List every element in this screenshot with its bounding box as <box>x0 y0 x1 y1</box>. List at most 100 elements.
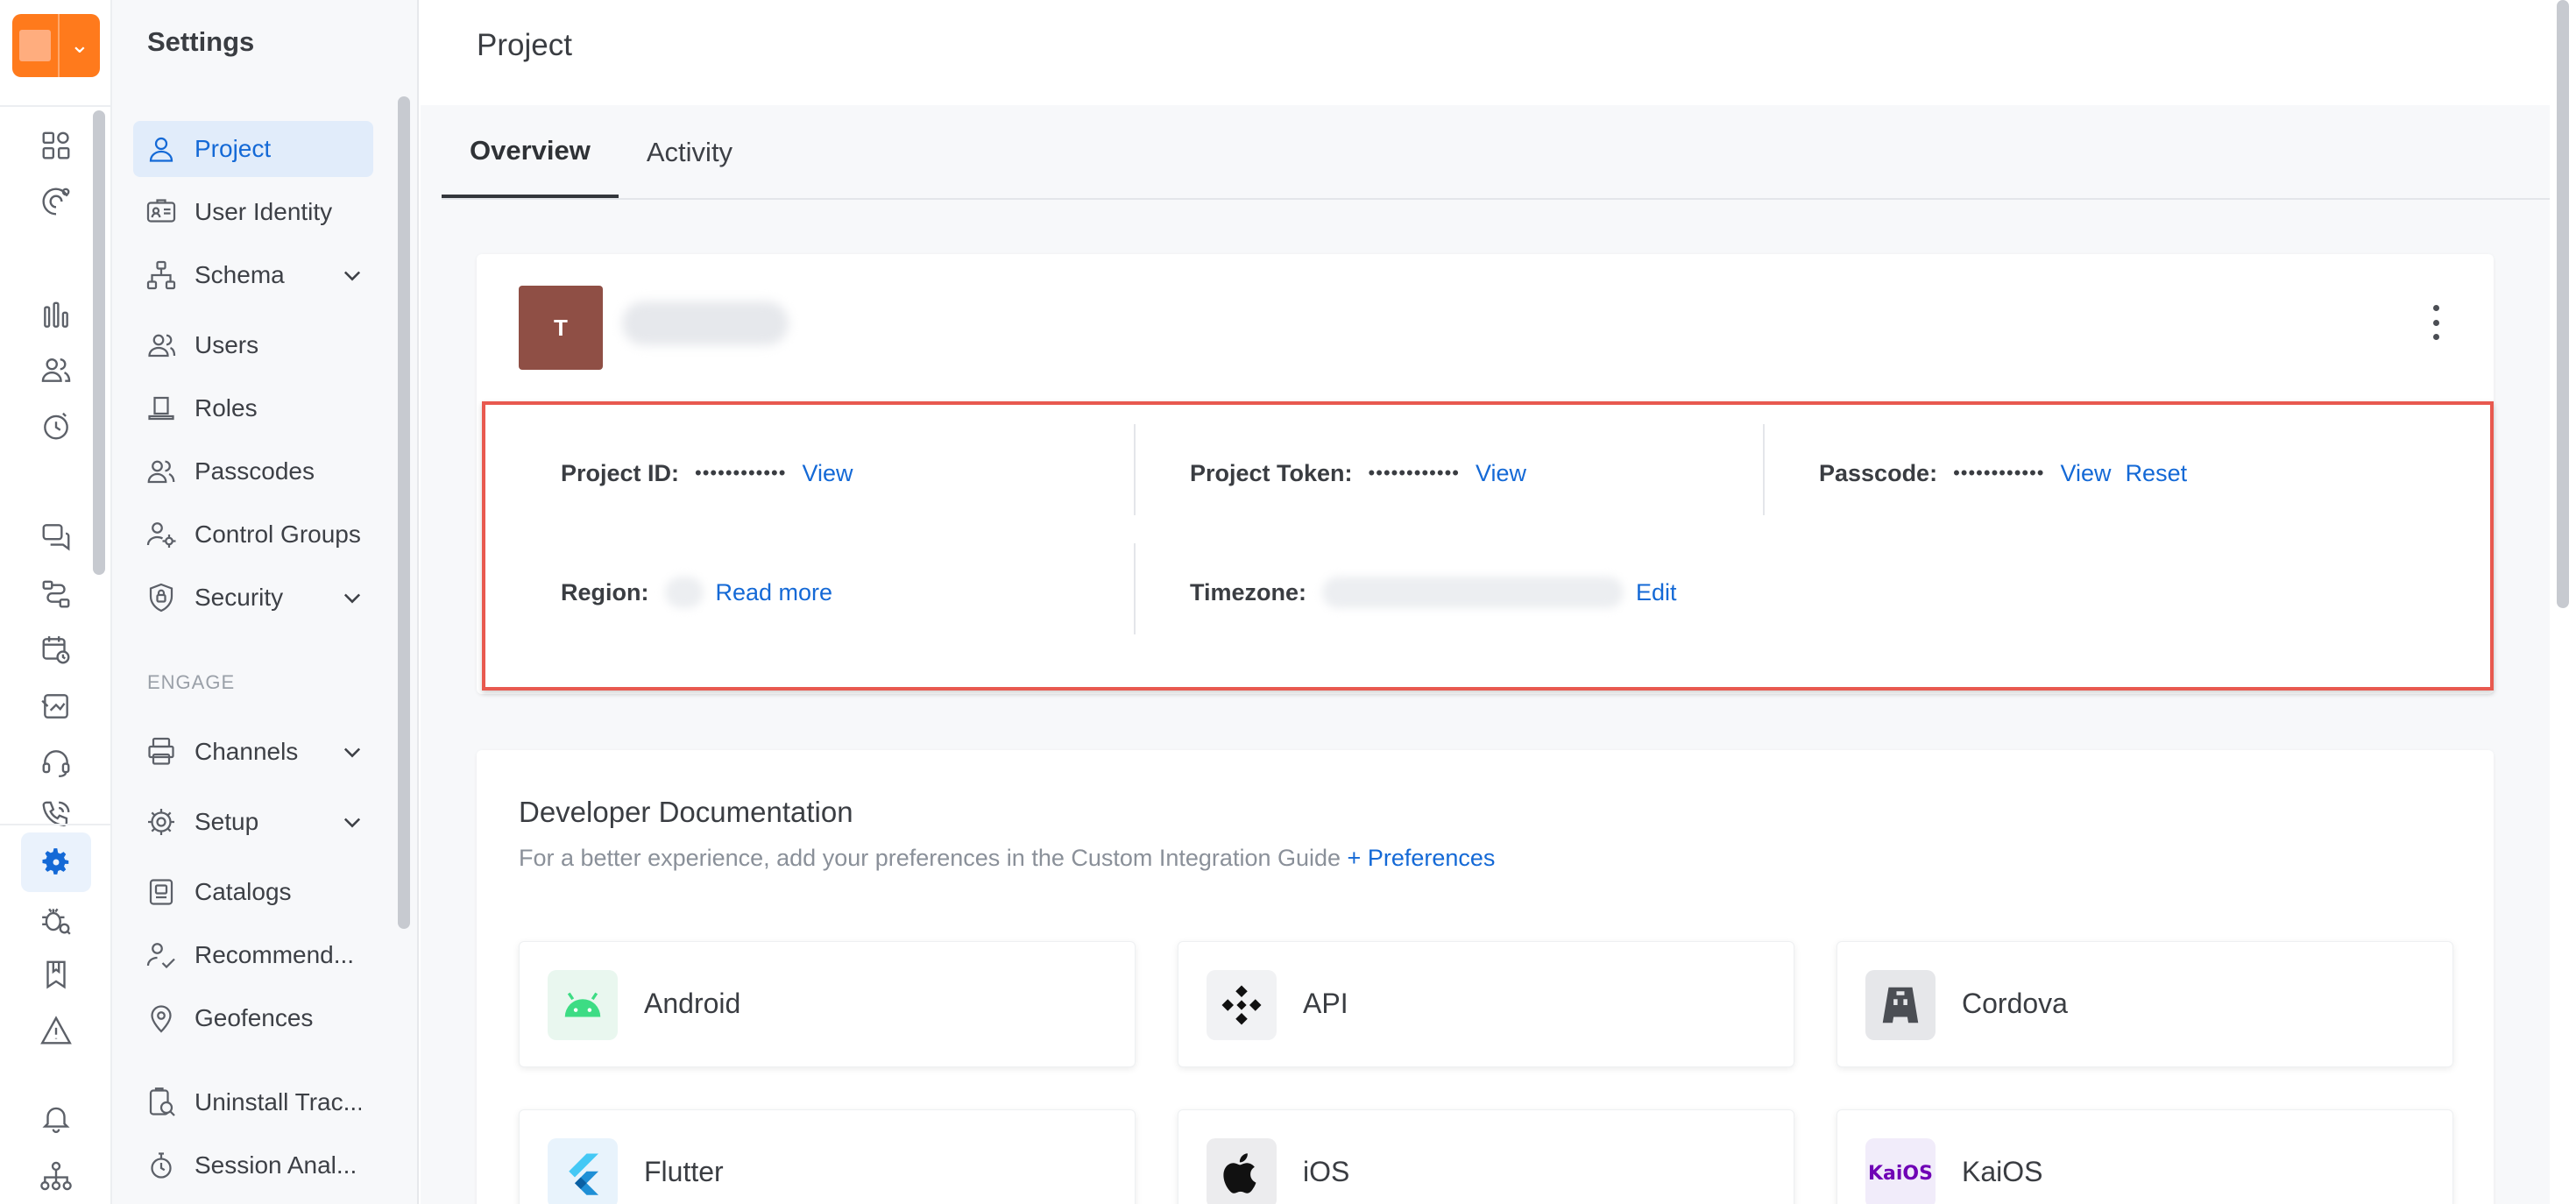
project-switcher[interactable]: ⌄ <box>12 14 100 77</box>
region-read-more-link[interactable]: Read more <box>716 579 833 606</box>
sidebar-item-passcodes[interactable]: Passcodes <box>133 443 373 499</box>
platform-label: API <box>1303 988 1348 1019</box>
sidebar-item-roles[interactable]: Roles <box>133 380 373 436</box>
platform-tile-cordova[interactable]: Cordova <box>1836 941 2453 1067</box>
bell-icon[interactable] <box>35 1097 77 1139</box>
project-token-view-link[interactable]: View <box>1476 460 1526 487</box>
main-scrollbar[interactable] <box>2557 0 2569 608</box>
calendar-clock-icon[interactable] <box>35 629 77 671</box>
analytics-plugin-icon[interactable] <box>35 181 77 223</box>
sidebar-item-schema[interactable]: Schema <box>133 247 373 303</box>
users-icon <box>145 329 177 361</box>
project-token-masked: •••••••••••• <box>1368 462 1460 484</box>
sidebar-item-label: Roles <box>195 394 258 421</box>
sidebar-item-user-identity[interactable]: User Identity <box>133 184 373 240</box>
phone-call-icon[interactable] <box>35 794 77 836</box>
timezone-edit-link[interactable]: Edit <box>1636 579 1677 606</box>
dashboard-icon[interactable] <box>35 124 77 166</box>
catalog-icon <box>145 876 177 908</box>
sidebar-item-control-groups[interactable]: Control Groups <box>133 506 373 563</box>
more-options-icon[interactable] <box>2427 305 2445 340</box>
preferences-link[interactable]: + Preferences <box>1348 845 1496 871</box>
docs-subtitle-text: For a better experience, add your prefer… <box>519 845 1341 871</box>
sidebar-title: Settings <box>147 26 255 57</box>
apple-icon <box>1207 1138 1277 1204</box>
sidebar-item-security[interactable]: Security <box>133 570 373 626</box>
android-icon <box>548 970 618 1040</box>
bug-search-icon[interactable] <box>35 899 77 941</box>
region-label: Region: <box>561 578 649 606</box>
pin-icon <box>145 1002 177 1034</box>
page-header: Project <box>421 0 2550 105</box>
passcode-reset-link[interactable]: Reset <box>2126 460 2188 487</box>
column-divider <box>1763 424 1765 515</box>
platform-tile-api[interactable]: API <box>1178 941 1794 1067</box>
platform-label: iOS <box>1303 1156 1350 1187</box>
insights-icon[interactable] <box>35 405 77 447</box>
platform-tile-kaios[interactable]: KaiOS KaiOS <box>1836 1109 2453 1204</box>
docs-title: Developer Documentation <box>519 796 853 828</box>
warning-icon[interactable] <box>35 1009 77 1052</box>
passcode-masked: •••••••••••• <box>1953 462 2045 484</box>
sidebar-item-label: Uninstall Trac... <box>195 1088 361 1115</box>
column-divider <box>1134 424 1136 515</box>
messages-icon[interactable] <box>35 515 77 557</box>
region-field: Region: Read more <box>561 575 846 610</box>
headset-icon[interactable] <box>35 741 77 783</box>
sidebar-item-uninstall-tracking[interactable]: Uninstall Trac... <box>133 1074 373 1130</box>
tabs-divider <box>442 198 2553 200</box>
sidebar-item-label: Catalogs <box>195 878 292 905</box>
sidebar-item-channels[interactable]: Channels <box>133 724 373 780</box>
passcode-users-icon <box>145 456 177 487</box>
timezone-label: Timezone: <box>1190 578 1307 606</box>
project-name-redacted <box>622 301 789 345</box>
sidebar-item-label: Geofences <box>195 1004 314 1031</box>
sidebar-item-label: Users <box>195 331 259 358</box>
sidebar-item-label: Passcodes <box>195 457 315 485</box>
sidebar-item-recommendations[interactable]: Recommend... <box>133 927 373 983</box>
region-value-redacted <box>664 577 704 608</box>
sidebar-item-label: Control Groups <box>195 521 361 548</box>
chevron-down-icon: ⌄ <box>70 32 89 58</box>
sidebar-scrollbar[interactable] <box>398 96 410 929</box>
sidebar-item-label: Channels <box>195 738 299 765</box>
org-hierarchy-icon[interactable] <box>35 1155 77 1197</box>
rail-scrollbar[interactable] <box>93 110 105 575</box>
project-id-view-link[interactable]: View <box>802 460 853 487</box>
tab-overview[interactable]: Overview <box>442 107 619 198</box>
sidebar-item-label: Schema <box>195 261 285 288</box>
platform-tile-ios[interactable]: iOS <box>1178 1109 1794 1204</box>
flows-icon[interactable] <box>35 573 77 615</box>
sidebar-item-users[interactable]: Users <box>133 317 373 373</box>
kaios-icon: KaiOS <box>1865 1138 1936 1204</box>
sidebar-item-catalogs[interactable]: Catalogs <box>133 864 373 920</box>
control-group-icon <box>145 519 177 550</box>
gear-icon <box>145 806 177 838</box>
platform-label: KaiOS <box>1962 1156 2043 1187</box>
chevron-down-icon <box>343 818 361 828</box>
campaign-icon[interactable] <box>35 685 77 727</box>
passcode-label: Passcode: <box>1819 459 1938 486</box>
developer-docs-card: Developer Documentation For a better exp… <box>477 750 2494 1204</box>
bookmark-book-icon[interactable] <box>35 953 77 995</box>
passcode-view-link[interactable]: View <box>2061 460 2112 487</box>
project-id-label: Project ID: <box>561 459 680 486</box>
platform-tile-flutter[interactable]: Flutter <box>519 1109 1136 1204</box>
sidebar-item-session-analytics[interactable]: Session Anal... <box>133 1137 373 1193</box>
platform-tile-android[interactable]: Android <box>519 941 1136 1067</box>
sidebar-item-geofences[interactable]: Geofences <box>133 990 373 1046</box>
logo-divider <box>58 14 60 77</box>
project-card: T Project ID: •••••••••••• View Project … <box>477 254 2494 694</box>
uninstall-icon <box>145 1087 177 1118</box>
tab-activity[interactable]: Activity <box>619 107 761 198</box>
hat-icon <box>145 393 177 424</box>
settings-gear-icon[interactable] <box>21 832 91 892</box>
sidebar-item-label: Security <box>195 584 284 611</box>
sidebar-item-project[interactable]: Project <box>133 121 373 177</box>
bar-chart-icon[interactable] <box>35 294 77 336</box>
timezone-value-redacted <box>1322 577 1624 608</box>
sidebar-item-setup[interactable]: Setup <box>133 794 373 850</box>
timezone-field: Timezone: Edit <box>1190 575 1691 610</box>
users-icon[interactable] <box>35 349 77 391</box>
platform-label: Cordova <box>1962 988 2068 1019</box>
